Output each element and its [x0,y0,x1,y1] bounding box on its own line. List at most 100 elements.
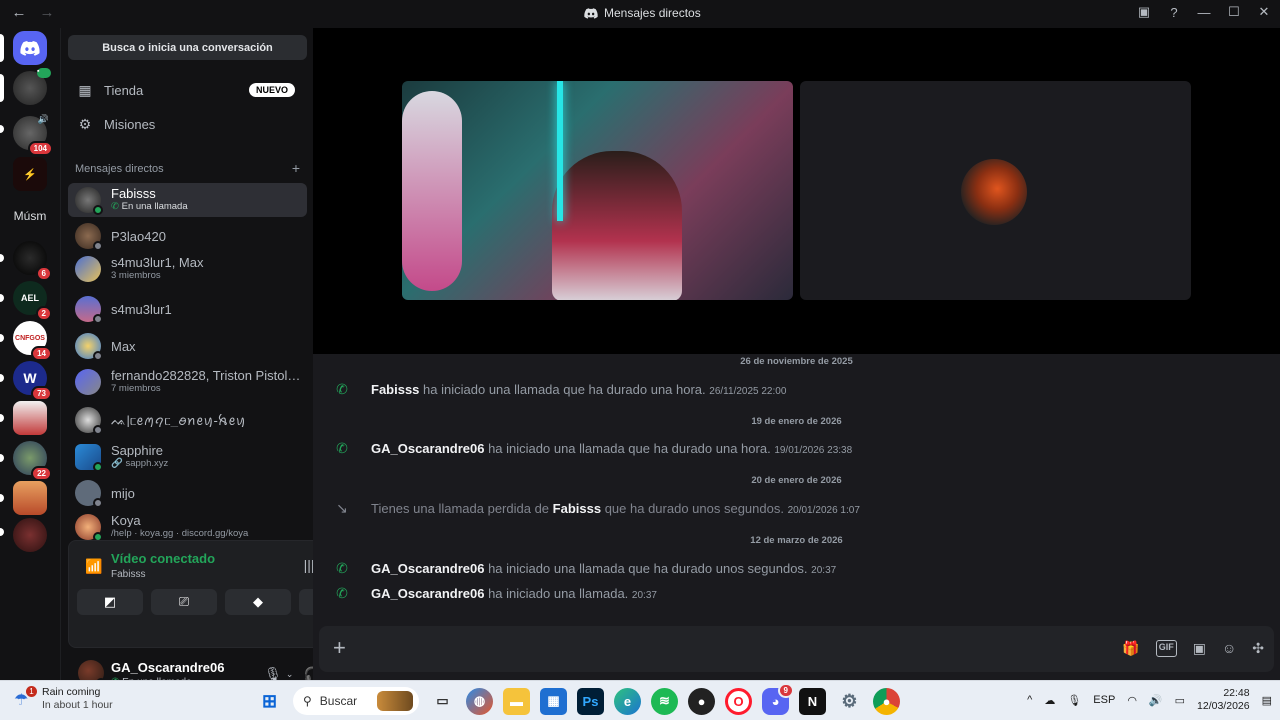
voice-status-title[interactable]: Vídeo conectado [111,551,215,566]
dm-name: ᨕ|ᥴꫀꪑꪖᥴ_ꪮꪀꫀꪗ-ꫝꫀꪗ [111,413,246,427]
unread-badge: 14 [31,346,52,361]
message-composer[interactable]: + 🎁 GIF ▣ ☺ ✣ [319,626,1274,672]
video-tile-user[interactable] [402,81,793,300]
photoshop-icon[interactable]: Ps [577,687,604,715]
add-attachment-icon[interactable]: + [333,636,346,660]
message-body: GA_Oscarandre06 ha iniciado una llamada.… [371,586,657,601]
new-badge: NUEVO [248,83,295,97]
gif-icon[interactable]: GIF [1155,640,1177,657]
caller-name[interactable]: Fabisss [371,382,419,397]
help-icon[interactable]: ? [1166,5,1182,20]
message-text: ha iniciado una llamada que ha durado un… [488,441,771,456]
dm-item-koya[interactable]: Koya /help · koya.gg · discord.gg/koya [68,511,307,543]
create-dm-icon[interactable]: + [292,161,300,175]
onedrive-icon[interactable]: ☁ [1044,694,1055,707]
camera-off-button[interactable]: ◩ [77,589,143,615]
phone-icon: ✆ [336,585,348,601]
server-icon-orange[interactable] [13,481,47,515]
server-icon-crowd[interactable]: 22 [13,441,52,481]
spotify-icon[interactable]: ≋ [651,687,678,715]
dm-item-sapphire[interactable]: Sapphire 🔗 sapph.xyz [68,438,307,476]
notifications-icon[interactable]: ▤ [1262,694,1272,707]
server-icon-anime[interactable] [13,401,47,435]
missed-call-message: ↘ Tienes una llamada perdida de Fabisss … [335,500,860,517]
maximize-icon[interactable]: ☐ [1226,4,1242,20]
offline-status [93,425,103,435]
online-status [93,462,103,472]
settings-app-icon[interactable]: ⚙ [836,688,863,715]
server-icon-voice[interactable]: 🔊 104 [13,114,53,156]
tray-chevron-icon[interactable]: ^ [1027,694,1032,706]
composer-tools: 🎁 GIF ▣ ☺ ✣ [1122,640,1264,657]
start-button[interactable]: ⊞ [256,688,283,715]
dm-item-stylized-name[interactable]: ᨕ|ᥴꫀꪑꪖᥴ_ꪮꪀꫀꪗ-ꫝꫀꪗ [68,403,307,437]
store-app-icon[interactable]: ▦ [540,687,567,715]
caller-name[interactable]: GA_Oscarandre06 [371,441,484,456]
caller-name[interactable]: GA_Oscarandre06 [371,561,484,576]
dm-item-group-s4mu3lur1-max[interactable]: s4mu3lur1, Max 3 miembros [68,250,307,288]
server-icon-w[interactable]: W 73 [13,361,52,401]
server-icon-ael[interactable]: AEL 2 [13,281,52,321]
server-icon-world[interactable]: 6 [13,241,52,281]
wifi-icon[interactable]: ◠ [1127,694,1137,707]
mic-tray-icon[interactable]: 🎙 [1067,694,1081,707]
user-name[interactable]: GA_Oscarandre06 [111,660,224,675]
forward-arrow-icon[interactable]: → [38,4,56,21]
dm-item-p3lao420[interactable]: P3lao420 [68,219,307,253]
server-icon-dm-call[interactable]: ▪ [13,68,51,105]
gift-icon[interactable]: 🎁 [1122,640,1139,657]
video-light [557,81,563,221]
clock[interactable]: 22:48 12/03/2026 [1197,687,1250,713]
emoji-icon[interactable]: ☺ [1222,640,1236,657]
server-icon-red[interactable]: ⚡ [13,157,47,191]
sticker-icon[interactable]: ▣ [1193,640,1206,657]
edge-icon[interactable]: e [614,687,641,715]
nav-quests[interactable]: ⚙ Misiones [68,109,307,139]
home-server-button[interactable] [13,31,47,65]
opera-icon[interactable]: O [725,687,752,715]
notion-icon[interactable]: N [799,687,826,715]
nav-store[interactable]: ▦ Tienda NUEVO [68,75,307,105]
caller-name[interactable]: Fabisss [553,501,601,516]
unread-badge: 73 [31,386,52,401]
phone-icon: ✆ [111,201,122,212]
inbox-icon[interactable]: ▣ [1136,4,1152,20]
screen-share-button[interactable]: ⎚ [151,589,217,615]
language-indicator[interactable]: ESP [1093,694,1115,706]
dm-item-max[interactable]: Max [68,329,307,363]
battery-icon[interactable]: ▭ [1175,694,1185,707]
task-view-button[interactable]: ▭ [429,688,456,715]
volume-icon[interactable]: 🔊 [1149,694,1163,707]
dm-item-mijo[interactable]: mijo [68,476,307,510]
phone-icon: ✆ [336,560,348,576]
dm-item-group-fernando[interactable]: fernando282828, Triston Pistolero 7 miem… [68,363,307,401]
signal-icon[interactable]: 📶 [85,558,102,575]
server-folder-label[interactable]: Músm [10,199,50,233]
dm-item-s4mu3lur1[interactable]: s4mu3lur1 [68,292,307,326]
caller-name[interactable]: GA_Oscarandre06 [371,586,484,601]
mic-options-chevron-icon[interactable]: ⌄ [286,669,294,680]
chrome-icon[interactable]: ● [873,687,900,715]
apps-icon[interactable]: ✣ [1252,640,1264,657]
discord-taskbar-icon[interactable]: ◕ 9 [762,682,794,715]
copilot-icon[interactable]: ◍ [466,687,493,715]
file-explorer-icon[interactable]: ▬ [503,687,530,715]
message-text: ha iniciado una llamada que ha durado un… [488,561,808,576]
main-panel: 26 de noviembre de 2025 ✆ Fabisss ha ini… [313,28,1280,680]
activities-button[interactable]: ◆ [225,589,291,615]
phone-icon: ✆ [336,440,348,456]
obs-icon[interactable]: ● [688,687,715,715]
voice-channel-name[interactable]: Fabisss [111,569,145,580]
back-arrow-icon[interactable]: ← [10,4,28,21]
minimize-icon[interactable]: — [1196,5,1212,20]
taskbar-search[interactable]: ⚲ Buscar [293,687,419,715]
server-pill [0,528,4,536]
video-tile-fabisss[interactable] [800,81,1191,300]
dm-members: 3 miembros [111,270,161,281]
close-icon[interactable]: ✕ [1256,4,1272,20]
server-icon-cnfgos[interactable]: CNFGOS 14 [13,321,52,361]
dm-item-fabisss[interactable]: Fabisss ✆ En una llamada [68,183,307,217]
weather-widget[interactable]: ☂ 1 Rain coming In about 1 hour [14,686,113,712]
server-icon-dark[interactable] [13,518,47,552]
find-conversation-button[interactable]: Busca o inicia una conversación [68,35,307,60]
